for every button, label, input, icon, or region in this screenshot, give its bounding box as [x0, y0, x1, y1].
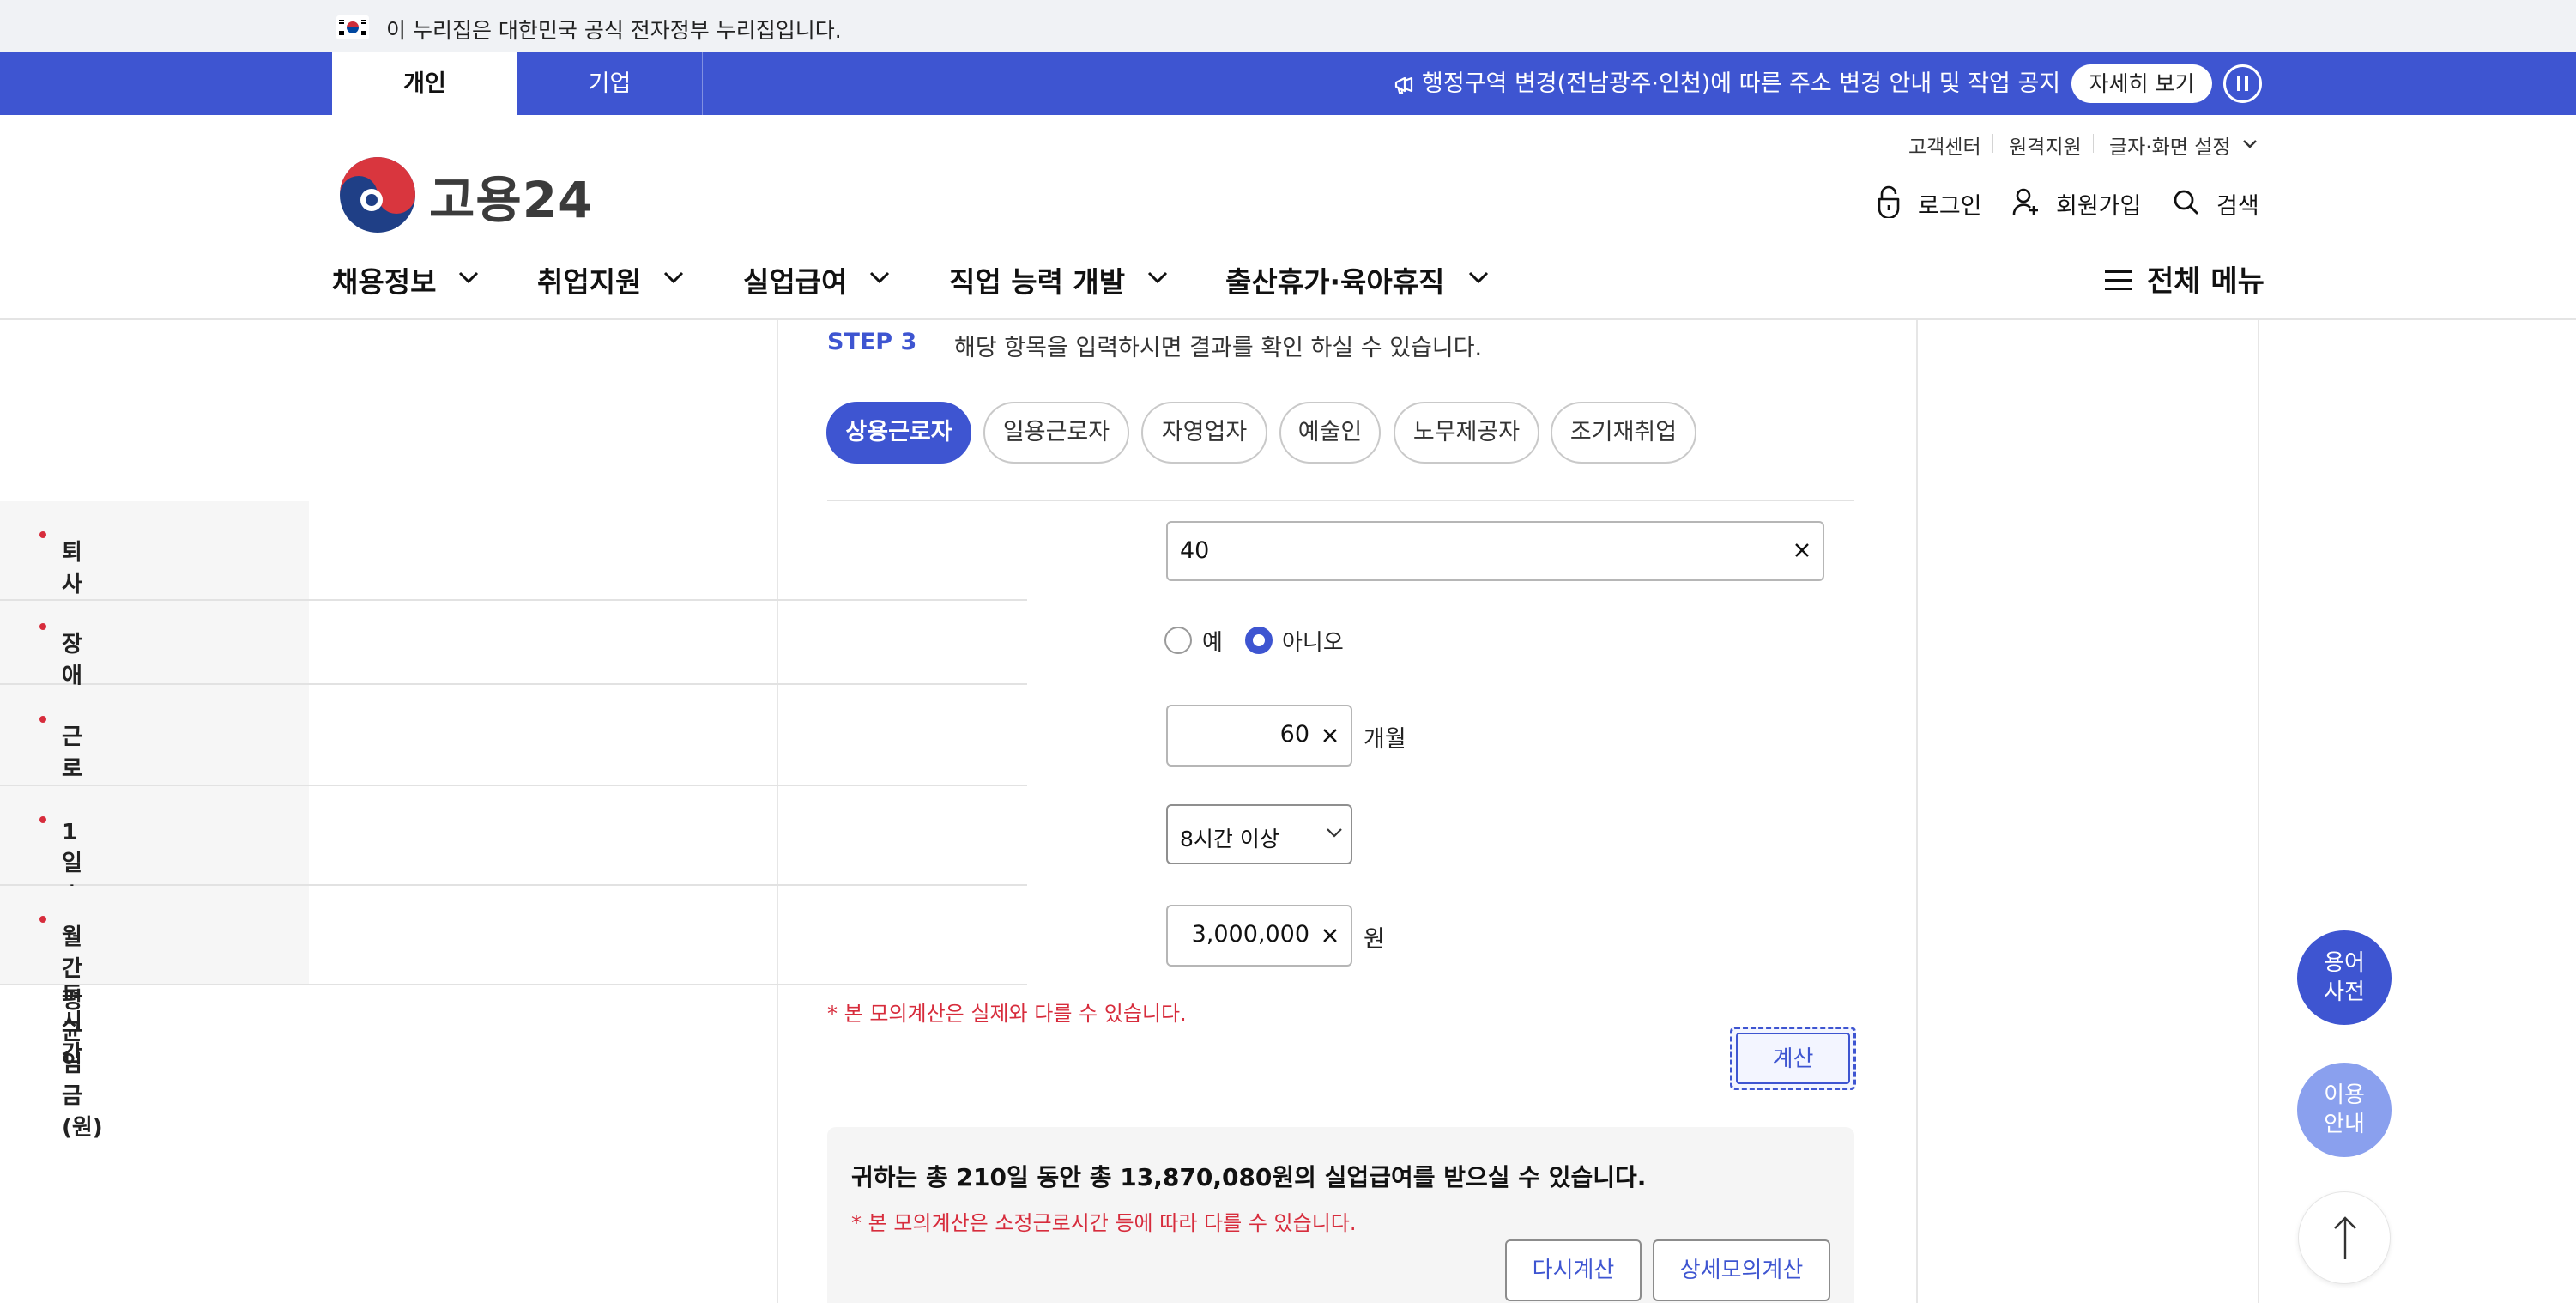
signup-link[interactable]: 회원가입 — [2056, 187, 2141, 221]
disability-yes-label[interactable]: 예 — [1202, 625, 1223, 657]
wage-unit: 원 — [1364, 926, 1385, 953]
hours-select[interactable]: 8시간 이상 — [1166, 804, 1352, 864]
form-row-age: 퇴사 당시 만 나이 — [0, 501, 1027, 756]
form-row-hours: 1일 소정근로시간 — [0, 786, 1027, 1067]
form-row-wage: 월간 평균임금(원) — [0, 886, 1027, 1141]
chevron-down-icon — [869, 271, 890, 284]
worker-type-self-employed[interactable]: 자영업자 — [1141, 402, 1267, 464]
gov-banner: 이 누리집은 대한민국 공식 전자정부 누리집입니다. — [0, 0, 2576, 52]
disability-yes-radio[interactable] — [1164, 627, 1192, 654]
tab-business[interactable]: 기업 — [517, 52, 703, 115]
required-icon — [39, 916, 46, 923]
clear-icon[interactable] — [1793, 542, 1811, 559]
worker-type-regular[interactable]: 상용근로자 — [826, 402, 971, 464]
gnb-job-skill-development[interactable]: 직업 능력 개발 — [949, 259, 1125, 300]
chevron-down-icon — [1468, 271, 1489, 284]
util-divider — [2093, 134, 2094, 153]
chevron-down-icon — [663, 271, 684, 284]
glossary-label-1: 용어 — [2324, 950, 2365, 976]
result-summary: 귀하는 총 210일 동안 총 13,870,080원의 실업급여를 받으실 수… — [851, 1163, 1647, 1191]
util-display-settings[interactable]: 글자·화면 설정 — [2109, 130, 2231, 160]
usage-guide-button[interactable]: 이용 안내 — [2297, 1063, 2392, 1157]
disability-no-label[interactable]: 아니오 — [1282, 625, 1344, 657]
top-bar: 개인 기업 행정구역 변경(전남광주·인천)에 따른 주소 변경 안내 및 작업… — [0, 52, 2576, 115]
all-menu-button[interactable]: 전체 메뉴 — [2147, 258, 2265, 300]
hours-select-value: 8시간 이상 — [1180, 827, 1279, 851]
guide-label-1: 이용 — [2324, 1082, 2365, 1108]
util-customer-center[interactable]: 고객센터 — [1908, 130, 1981, 160]
detailed-calculation-button[interactable]: 상세모의계산 — [1653, 1239, 1830, 1301]
chevron-down-icon — [1327, 828, 1342, 838]
form-note: * 본 모의계산은 실제와 다를 수 있습니다. — [827, 1002, 1187, 1026]
gnb-job-info[interactable]: 채용정보 — [332, 259, 436, 300]
required-icon — [39, 623, 46, 630]
notice-banner[interactable]: 행정구역 변경(전남광주·인천)에 따른 주소 변경 안내 및 작업 공지 — [1394, 52, 2060, 115]
wage-label: 월간 평균임금(원) — [62, 924, 103, 1141]
logo-text[interactable]: 고용24 — [429, 160, 593, 232]
recalculate-button[interactable]: 다시계산 — [1505, 1239, 1642, 1301]
required-icon — [39, 716, 46, 723]
gnb-maternity-childcare-leave[interactable]: 출산휴가·육아휴직 — [1225, 259, 1444, 300]
period-unit: 개월 — [1364, 726, 1406, 753]
login-link[interactable]: 로그인 — [1918, 187, 1982, 221]
content-border — [2258, 320, 2259, 1303]
form-row-period: 근로기간(개월) — [0, 685, 1027, 909]
header-divider — [0, 318, 2576, 320]
age-value: 40 — [1180, 537, 1210, 564]
period-input[interactable]: 60 — [1166, 705, 1352, 767]
calculate-button-label: 계산 — [1736, 1033, 1850, 1084]
result-box: 귀하는 총 210일 동안 총 13,870,080원의 실업급여를 받으실 수… — [827, 1127, 1854, 1303]
form-row-disability: 장애여부 — [0, 601, 1027, 753]
pause-icon[interactable] — [2223, 64, 2262, 103]
lock-icon — [1878, 185, 1900, 218]
worker-type-labor-provider[interactable]: 노무제공자 — [1394, 402, 1539, 464]
goyong24-logo[interactable] — [337, 155, 418, 235]
util-divider — [1992, 134, 1993, 153]
clear-icon[interactable] — [1321, 727, 1339, 744]
chevron-down-icon — [2243, 140, 2257, 148]
step-description: 해당 항목을 입력하시면 결과를 확인 하실 수 있습니다. — [954, 335, 1483, 361]
result-note: * 본 모의계산은 소정근로시간 등에 따라 다를 수 있습니다. — [851, 1211, 1357, 1235]
age-input[interactable]: 40 — [1166, 521, 1824, 581]
period-value: 60 — [1279, 721, 1309, 748]
search-icon — [2174, 190, 2198, 215]
step-number: STEP 3 — [827, 329, 917, 355]
util-remote-support[interactable]: 원격지원 — [2009, 130, 2082, 160]
notice-text: 행정구역 변경(전남광주·인천)에 따른 주소 변경 안내 및 작업 공지 — [1422, 70, 2061, 97]
content-border — [1916, 320, 1918, 1303]
worker-type-daily[interactable]: 일용근로자 — [983, 402, 1129, 464]
worker-type-artist[interactable]: 예술인 — [1279, 402, 1381, 464]
megaphone-icon — [1394, 76, 1413, 94]
required-icon — [39, 531, 46, 538]
korea-flag-icon — [336, 15, 369, 39]
required-icon — [39, 816, 46, 823]
tab-personal[interactable]: 개인 — [332, 52, 517, 115]
search-link[interactable]: 검색 — [2216, 187, 2259, 221]
gov-banner-text: 이 누리집은 대한민국 공식 전자정부 누리집입니다. — [386, 18, 842, 43]
worker-type-early-reemployment[interactable]: 조기재취업 — [1551, 402, 1696, 464]
disability-no-radio[interactable] — [1245, 627, 1273, 654]
glossary-label-2: 사전 — [2324, 979, 2365, 1005]
arrow-up-icon — [2334, 1216, 2356, 1259]
wage-value: 3,000,000 — [1191, 921, 1309, 948]
calculate-button[interactable]: 계산 — [1730, 1027, 1856, 1090]
hamburger-menu-icon — [2105, 270, 2132, 290]
guide-label-2: 안내 — [2324, 1112, 2365, 1137]
gnb-employment-support[interactable]: 취업지원 — [537, 259, 641, 300]
wage-input[interactable]: 3,000,000 — [1166, 905, 1352, 967]
glossary-button[interactable]: 용어 사전 — [2297, 930, 2392, 1025]
notice-detail-button[interactable]: 자세히 보기 — [2071, 64, 2212, 103]
scroll-top-button[interactable] — [2298, 1191, 2391, 1284]
chevron-down-icon — [1147, 271, 1168, 284]
chevron-down-icon — [458, 271, 479, 284]
clear-icon[interactable] — [1321, 927, 1339, 944]
user-plus-icon — [2012, 188, 2038, 215]
gnb-unemployment-benefit[interactable]: 실업급여 — [743, 259, 847, 300]
